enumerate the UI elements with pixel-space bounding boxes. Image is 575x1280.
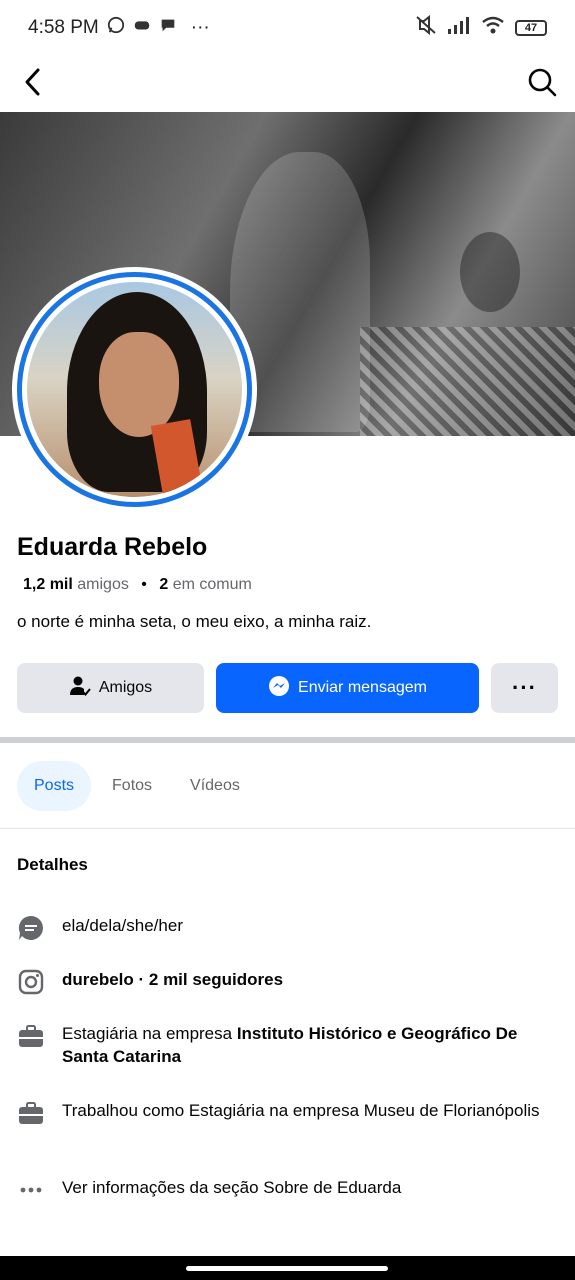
send-message-label: Enviar mensagem [298, 679, 427, 696]
details-title: Detalhes [17, 855, 88, 874]
story-ring [17, 272, 252, 507]
mute-icon [415, 14, 437, 41]
back-arrow-icon[interactable] [22, 67, 42, 102]
instagram-icon [17, 968, 45, 996]
mutual-label: em comum [172, 576, 252, 593]
chat-icon [159, 16, 177, 40]
wifi-icon [481, 16, 505, 40]
signal-icon [447, 16, 471, 40]
status-left: 4:58 PM ··· [28, 16, 210, 40]
friends-summary[interactable]: 1,2 mil amigos • 2 em comum [23, 576, 252, 594]
tab-posts[interactable]: Posts [17, 761, 92, 811]
section-divider [0, 737, 575, 743]
game-icon [133, 16, 151, 40]
home-indicator[interactable] [186, 1266, 388, 1271]
tab-videos[interactable]: Vídeos [173, 761, 257, 811]
briefcase-icon [17, 1099, 45, 1127]
detail-about-link[interactable]: Ver informações da seção Sobre de Eduard… [17, 1176, 557, 1204]
profile-actions: Amigos Enviar mensagem ··· [17, 663, 558, 713]
profile-name: Eduarda Rebelo [17, 533, 208, 561]
status-dots: ··· [190, 17, 210, 38]
job-current-prefix: Estagiária na empresa [62, 1024, 237, 1043]
top-nav [0, 56, 575, 112]
status-bar: 4:58 PM ··· 47 [0, 0, 575, 56]
about-link-text: Ver informações da seção Sobre de Eduard… [62, 1178, 402, 1197]
friends-count: 1,2 mil [23, 576, 73, 593]
profile-bio: o norte é minha seta, o meu eixo, a minh… [17, 612, 372, 631]
friends-button[interactable]: Amigos [17, 663, 204, 713]
detail-pronouns: ela/dela/she/her [17, 914, 557, 942]
status-right: 47 [415, 14, 547, 41]
mutual-count: 2 [159, 576, 169, 593]
detail-instagram[interactable]: durebelo · 2 mil seguidores [17, 968, 557, 996]
job-past-text: Trabalhou como Estagiária na empresa Mus… [62, 1101, 540, 1120]
detail-job-current: Estagiária na empresa Instituto Históric… [17, 1022, 557, 1068]
friends-button-label: Amigos [98, 679, 153, 696]
friends-label: amigos [77, 576, 129, 593]
detail-job-past: Trabalhou como Estagiária na empresa Mus… [17, 1099, 557, 1127]
pronouns-text: ela/dela/she/her [62, 916, 183, 935]
battery-icon: 47 [515, 20, 547, 36]
status-time: 4:58 PM [28, 17, 99, 38]
avatar[interactable] [12, 267, 257, 512]
friend-check-icon [69, 675, 91, 702]
more-dots-icon [17, 1176, 45, 1204]
pronouns-icon [17, 914, 45, 942]
tabs-divider [0, 828, 575, 829]
job-current-text: Estagiária na empresa Instituto Históric… [62, 1022, 557, 1068]
instagram-text: durebelo · 2 mil seguidores [62, 970, 284, 989]
briefcase-icon [17, 1022, 45, 1050]
more-options-button[interactable]: ··· [491, 663, 558, 713]
messenger-icon [268, 675, 290, 702]
profile-photo [27, 282, 242, 497]
whatsapp-icon [107, 16, 125, 40]
tab-photos[interactable]: Fotos [95, 761, 169, 811]
separator: • [141, 576, 147, 593]
profile-tabs: Posts Fotos Vídeos [17, 760, 257, 812]
search-icon[interactable] [527, 67, 557, 102]
send-message-button[interactable]: Enviar mensagem [216, 663, 479, 713]
